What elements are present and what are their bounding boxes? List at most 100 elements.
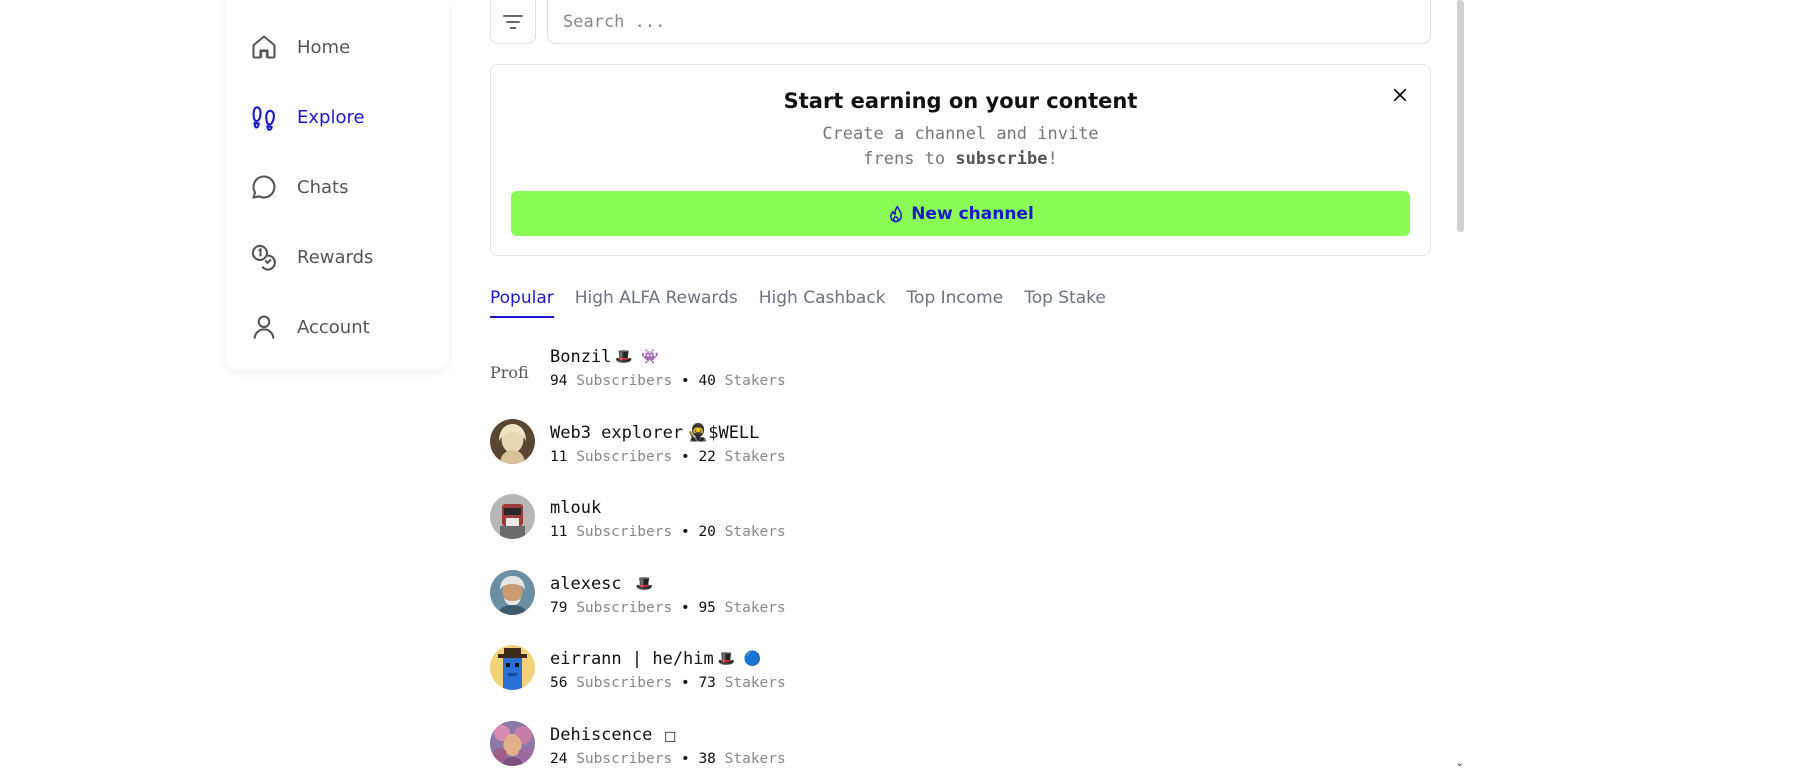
stakers-label: Stakers	[724, 373, 786, 389]
home-icon	[249, 32, 279, 62]
coins-icon	[249, 242, 279, 272]
flame-icon	[890, 205, 903, 222]
subscriber-count: 11	[550, 448, 568, 465]
list-item[interactable]: alexesc 🎩 79 Subscribers • 95 Stakers	[490, 569, 1090, 646]
subscribers-label: Subscribers	[576, 373, 673, 389]
channel-name: mlouk	[550, 496, 786, 520]
footprints-icon	[249, 102, 279, 132]
list-item[interactable]: Dehiscence ☐ 24 Subscribers • 38 Stakers	[490, 720, 1090, 772]
channel-stats: 11 Subscribers • 22 Stakers	[550, 449, 786, 465]
chat-bubble-icon	[249, 172, 279, 202]
channel-stats: 94 Subscribers • 40 Stakers	[550, 373, 786, 389]
separator: •	[680, 599, 690, 616]
promo-subtitle-bold: subscribe	[955, 149, 1048, 169]
channel-stats: 56 Subscribers • 73 Stakers	[550, 675, 786, 691]
channel-emoji: 🎩	[635, 575, 654, 592]
promo-subtitle-line2: frens to subscribe!	[491, 147, 1430, 172]
promo-title: Start earning on your content	[783, 89, 1138, 113]
filter-button[interactable]	[490, 0, 536, 44]
search-box	[547, 0, 1431, 44]
avatar	[490, 494, 535, 539]
sidebar-item-rewards[interactable]: Rewards	[225, 222, 449, 292]
new-channel-label: New channel	[911, 203, 1034, 224]
subscriber-count: 11	[550, 524, 568, 540]
promo-subtitle-suffix: !	[1047, 149, 1058, 169]
list-item[interactable]: mlouk 11 Subscribers • 20 Stakers	[490, 494, 1090, 570]
promo-subtitle-prefix: frens to	[863, 149, 956, 169]
subscriber-count: 24	[550, 750, 568, 767]
channel-emoji: ☐	[664, 722, 677, 747]
subscribers-label: Subscribers	[576, 524, 673, 540]
subscriber-count: 79	[550, 599, 568, 616]
stakers-label: Stakers	[724, 524, 786, 540]
staker-count: 73	[698, 675, 716, 691]
separator: •	[680, 524, 690, 540]
separator: •	[680, 675, 690, 691]
subscriber-count: 94	[550, 373, 568, 389]
sidebar-item-label: Home	[297, 36, 351, 58]
tab-top-stake[interactable]: Top Stake	[1024, 288, 1106, 318]
channel-stats: 11 Subscribers • 20 Stakers	[550, 524, 786, 540]
staker-count: 95	[698, 599, 716, 616]
channel-name: eirrann | he/him 🎩 🔵	[550, 647, 786, 671]
sidebar-item-label: Account	[297, 316, 370, 338]
broken-image-alt: Profi	[490, 363, 529, 382]
separator: •	[680, 373, 690, 389]
tab-high-cashback[interactable]: High Cashback	[759, 288, 886, 318]
channel-name-text: mlouk	[550, 498, 602, 518]
channel-name-text: Dehiscence	[550, 724, 653, 745]
stakers-label: Stakers	[724, 750, 786, 767]
separator: •	[680, 448, 690, 465]
channel-emoji: 🥷$WELL	[687, 422, 760, 443]
channel-tabs: Popular High ALFA Rewards High Cashback …	[490, 288, 1127, 318]
channel-info: Web3 explorer 🥷$WELL 11 Subscribers • 22 …	[550, 419, 786, 465]
search-input[interactable]	[563, 11, 1430, 32]
subscribers-label: Subscribers	[576, 599, 673, 616]
channel-name: Bonzil 🎩 👾	[550, 345, 786, 369]
tab-popular[interactable]: Popular	[490, 288, 554, 318]
filter-icon	[503, 14, 523, 29]
close-icon	[1393, 88, 1407, 102]
stakers-label: Stakers	[724, 675, 786, 691]
channel-stats: 79 Subscribers • 95 Stakers	[550, 600, 786, 616]
channel-emoji: 🎩 👾	[615, 349, 659, 365]
close-button[interactable]	[1388, 83, 1412, 107]
channel-name: Web3 explorer 🥷$WELL	[550, 421, 786, 445]
sidebar-item-label: Explore	[297, 106, 365, 128]
scrollbar-thumb[interactable]	[1457, 0, 1464, 232]
sidebar-item-explore[interactable]: Explore	[225, 82, 449, 152]
channel-info: mlouk 11 Subscribers • 20 Stakers	[550, 494, 786, 540]
separator: •	[680, 750, 690, 767]
subscribers-label: Subscribers	[576, 750, 673, 767]
sidebar-item-account[interactable]: Account	[225, 292, 449, 362]
staker-count: 20	[698, 524, 716, 540]
avatar	[490, 418, 535, 464]
list-item[interactable]: Web3 explorer 🥷$WELL 11 Subscribers • 22 …	[490, 418, 1090, 495]
staker-count: 40	[698, 373, 716, 389]
subscribers-label: Subscribers	[576, 448, 673, 465]
channel-info: Dehiscence ☐ 24 Subscribers • 38 Stakers	[550, 721, 786, 767]
sidebar-item-home[interactable]: Home	[225, 12, 449, 82]
sidebar-item-chats[interactable]: Chats	[225, 152, 449, 222]
user-icon	[249, 312, 279, 342]
channel-stats: 24 Subscribers • 38 Stakers	[550, 751, 786, 767]
sidebar-item-label: Chats	[297, 176, 349, 198]
subscribers-label: Subscribers	[576, 675, 673, 691]
sidebar: Home Explore Chats Rewards Account	[225, 0, 449, 370]
new-channel-button[interactable]: New channel	[511, 191, 1410, 236]
staker-count: 22	[698, 448, 716, 465]
list-item[interactable]: Profi Bonzil 🎩 👾 94 Subscribers • 40 Stak…	[490, 343, 1090, 419]
channel-name: Dehiscence ☐	[550, 723, 786, 747]
promo-subtitle: Create a channel and invite frens to sub…	[491, 122, 1430, 172]
channel-name-text: Web3 explorer	[550, 422, 684, 443]
tab-top-income[interactable]: Top Income	[907, 288, 1004, 318]
sidebar-item-label: Rewards	[297, 246, 374, 268]
channel-name-text: eirrann | he/him	[550, 649, 714, 669]
scroll-down-arrow-icon[interactable]: ⌄	[1455, 756, 1464, 769]
stakers-label: Stakers	[724, 599, 786, 616]
list-item[interactable]: eirrann | he/him 🎩 🔵 56 Subscribers • 73 …	[490, 645, 1090, 721]
avatar	[490, 645, 535, 690]
tab-high-alfa-rewards[interactable]: High ALFA Rewards	[575, 288, 738, 318]
stakers-label: Stakers	[724, 448, 786, 465]
subscriber-count: 56	[550, 675, 568, 691]
